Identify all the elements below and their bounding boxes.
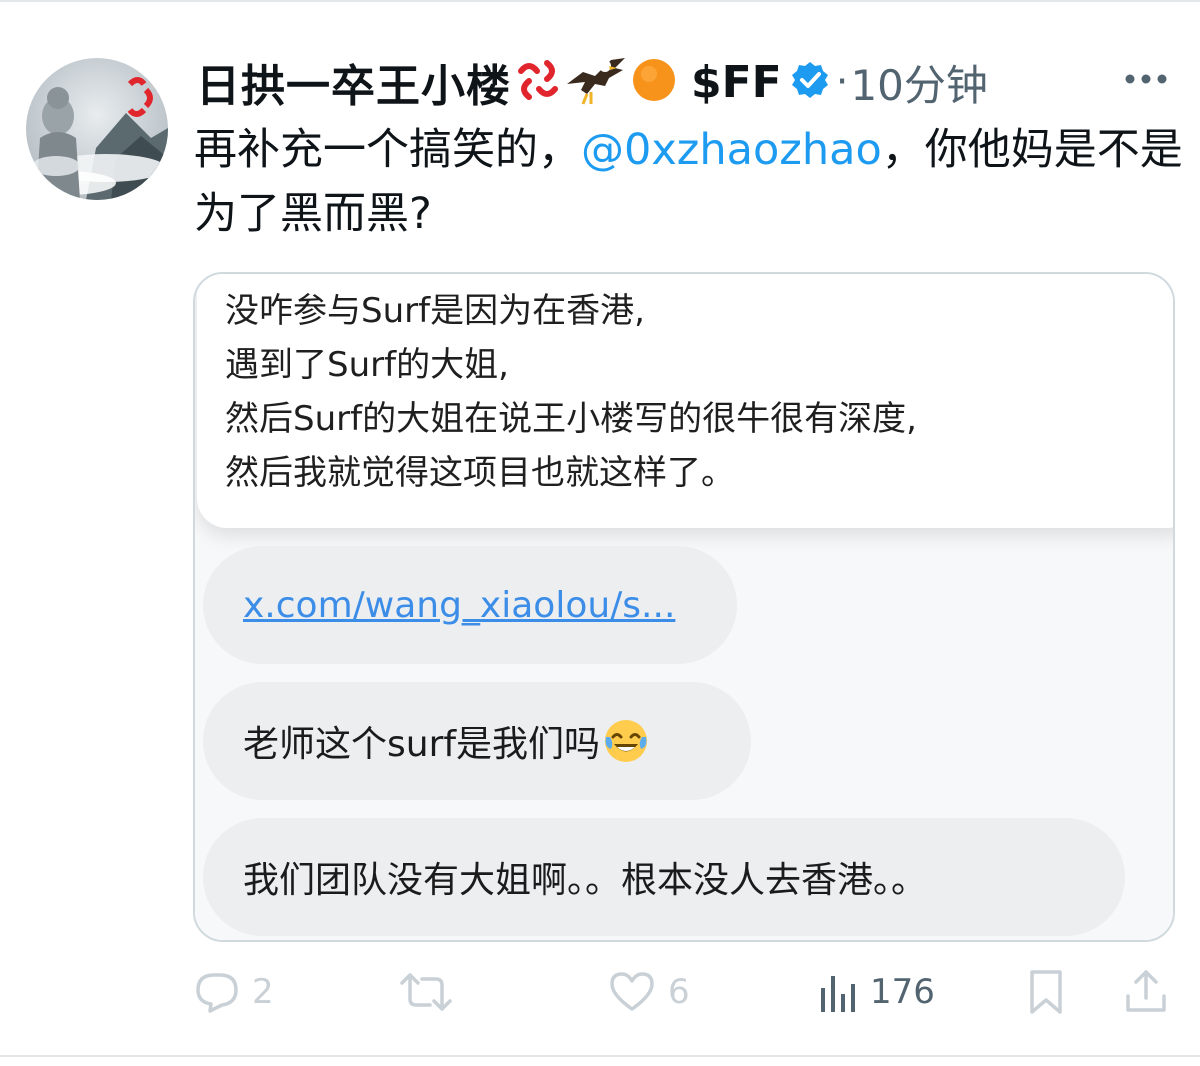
timestamp[interactable]: 10分钟 [850,52,987,113]
avatar-image [26,58,168,200]
eagle-icon [565,54,627,110]
quoted-message-card: 没咋参与Surf是因为在香港, 遇到了Surf的大姐, 然后Surf的大姐在说王… [197,274,1173,528]
orange-circle-icon [631,57,677,107]
link-bubble: x.com/wang_xiaolou/s... [203,546,737,664]
quoted-message-text: 没咋参与Surf是因为在香港, 遇到了Surf的大姐, 然后Surf的大姐在说王… [225,284,1165,500]
chat-bubble-text: 老师这个surf是我们吗 [243,724,601,765]
quote-line: 没咋参与Surf是因为在香港, [225,291,645,331]
more-options-icon[interactable] [1122,62,1170,96]
share-icon [1126,970,1166,1012]
top-divider [0,0,1200,2]
tweet-text: 再补充一个搞笑的，@0xzhaozhao，你他妈是不是为了黑而黑? [194,118,1184,246]
avatar[interactable] [26,58,168,200]
chat-bubble: 老师这个surf是我们吗 [203,682,751,800]
reply-button[interactable]: 2 [194,962,274,1022]
views-icon [821,976,855,1012]
chat-bubble-text: 我们团队没有大姐啊。。根本没人去香港。。 [243,860,928,901]
reply-icon [196,973,238,1013]
tweet-text-before: 再补充一个搞笑的， [194,125,581,175]
tears-of-joy-icon [602,717,650,765]
quote-line: 然后Surf的大姐在说王小楼写的很牛很有深度, [225,399,917,439]
separator-dot: · [835,59,849,105]
heart-icon [610,972,654,1011]
link-text[interactable]: x.com/wang_xiaolou/s... [243,585,675,626]
anger-symbol-icon [515,57,561,107]
quote-line: 然后我就觉得这项目也就这样了。 [225,453,735,493]
bookmark-icon [1030,970,1062,1014]
like-button[interactable]: 6 [608,962,690,1022]
quote-line: 遇到了Surf的大姐, [225,345,509,385]
attached-image[interactable]: 没咋参与Surf是因为在香港, 遇到了Surf的大姐, 然后Surf的大姐在说王… [193,272,1175,942]
bottom-divider [0,1055,1200,1057]
chat-bubble: 我们团队没有大姐啊。。根本没人去香港。。 [203,818,1125,936]
retweet-icon [400,973,452,1011]
tweet-header: 日拱一卒王小楼 $FF · 10分钟 [196,44,1186,120]
ticker-label[interactable]: $FF [691,57,782,108]
views-button[interactable]: 176 [818,962,935,1022]
mention-link[interactable]: @0xzhaozhao [581,125,882,175]
bookmark-button[interactable] [1026,962,1066,1022]
reply-count: 2 [252,972,274,1012]
author-name[interactable]: 日拱一卒王小楼 [196,50,511,114]
retweet-button[interactable] [398,962,466,1022]
like-count: 6 [668,972,690,1012]
tweet-screenshot: 日拱一卒王小楼 $FF · 10分钟 再补充一个搞笑的，@0xzhaozhao，… [0,0,1200,1066]
share-button[interactable] [1124,962,1168,1022]
verified-badge-icon [790,60,830,104]
views-count: 176 [870,972,935,1012]
